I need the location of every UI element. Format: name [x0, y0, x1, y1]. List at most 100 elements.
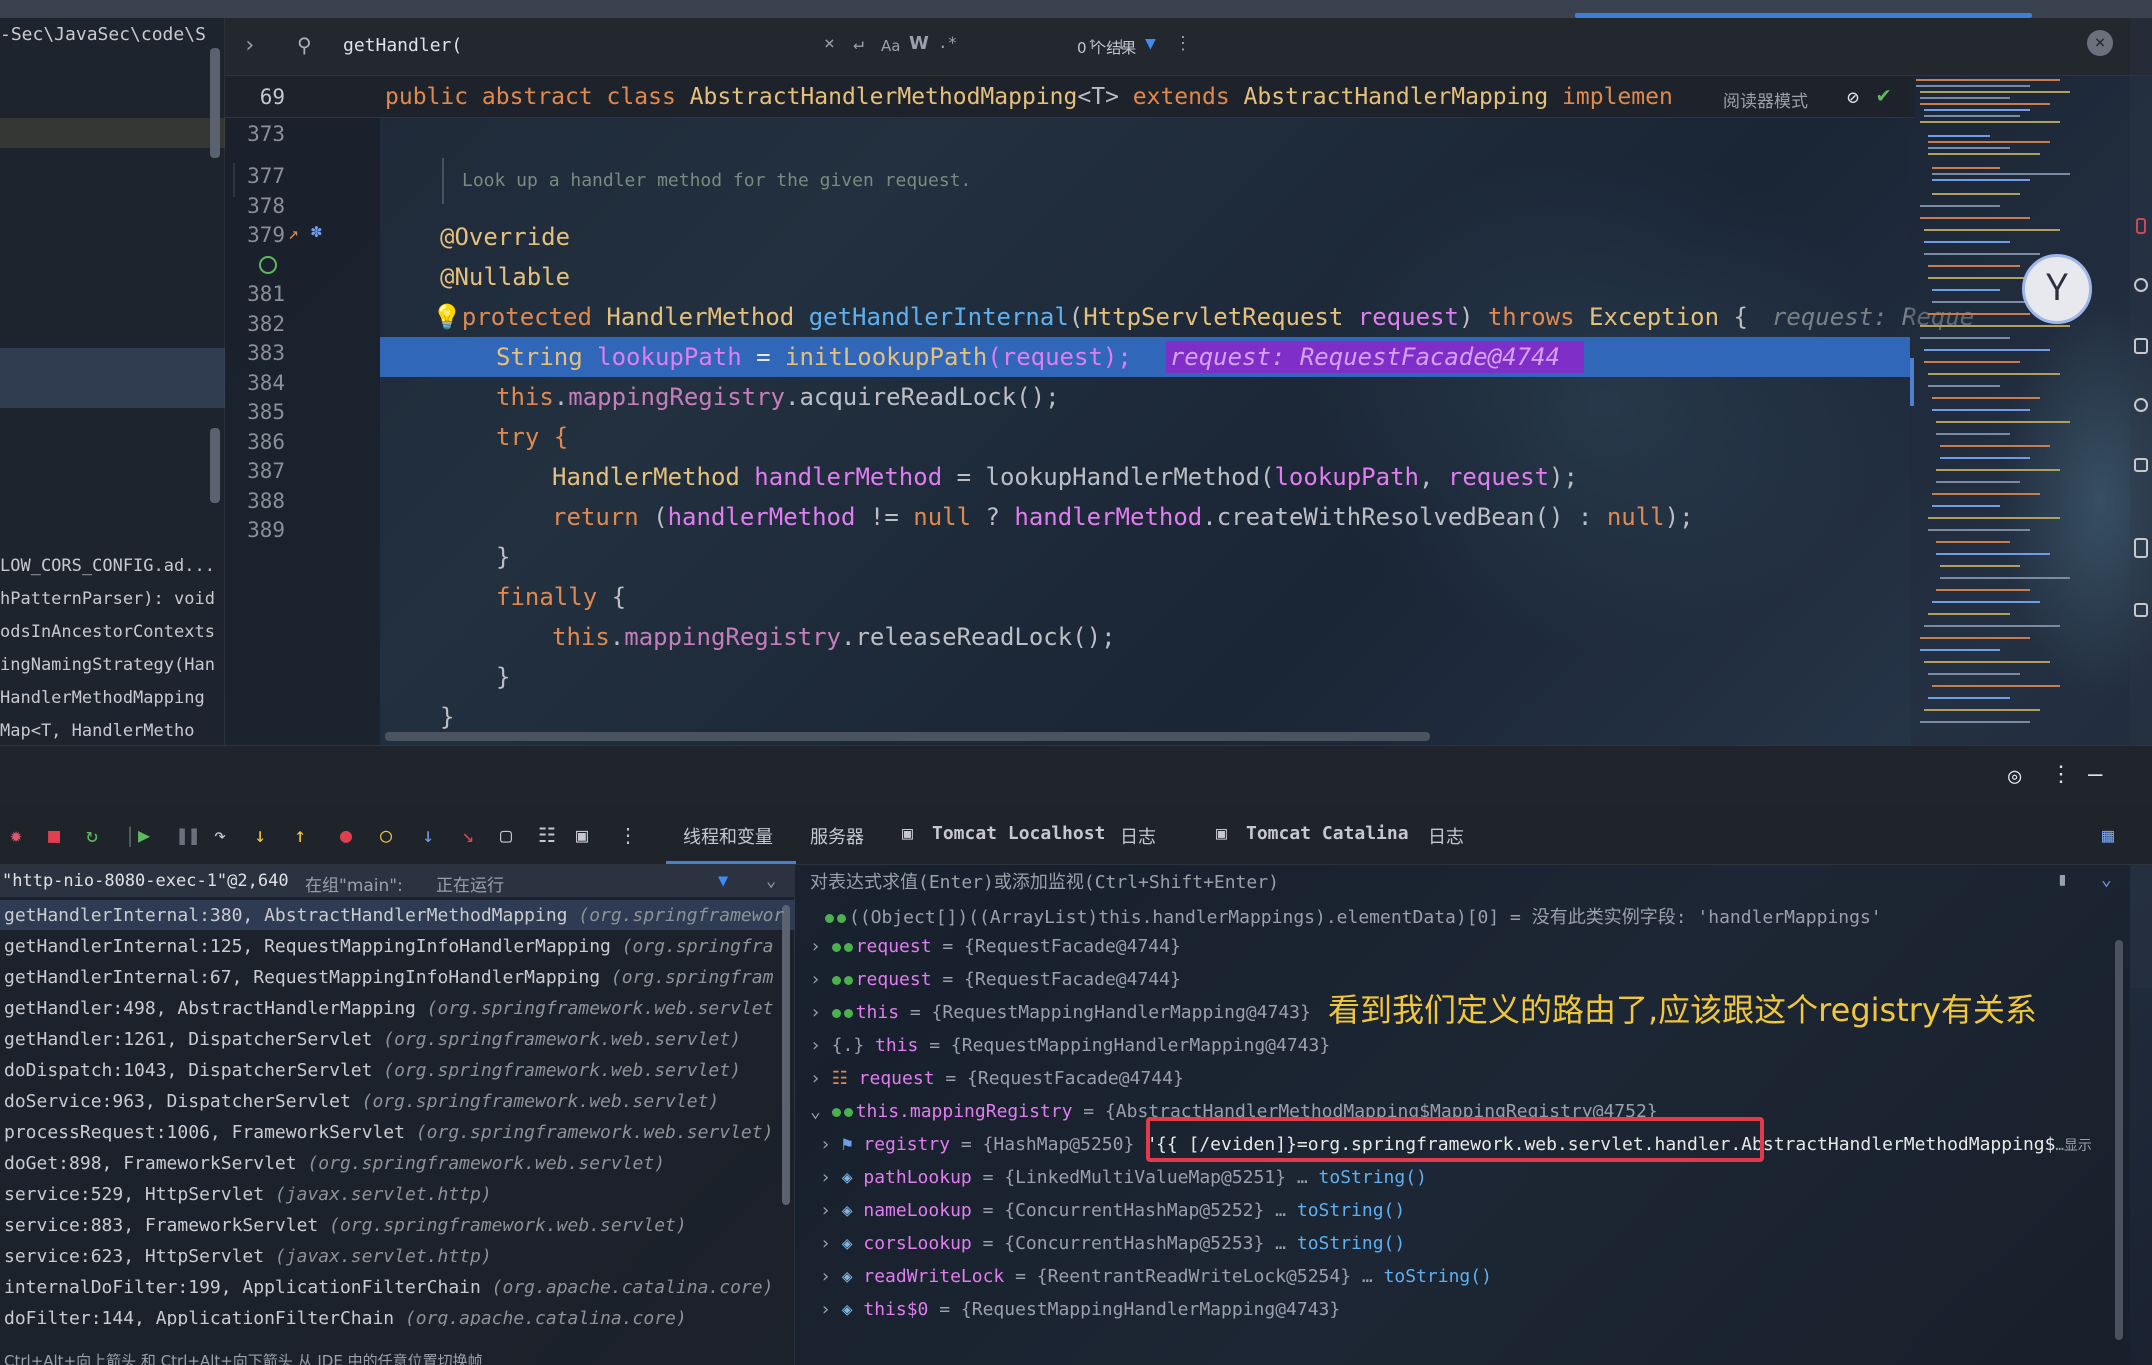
- tree-item[interactable]: HandlerMethodMapping: [0, 688, 222, 708]
- target-icon[interactable]: ◎: [2008, 764, 2021, 789]
- project-path[interactable]: -Sec\JavaSec\code\S: [0, 24, 212, 45]
- bookmark-icon[interactable]: [2134, 338, 2148, 354]
- match-case-toggle[interactable]: Aa: [881, 37, 900, 55]
- stack-frame[interactable]: doDispatch:1043, DispatcherServlet (org.…: [4, 1060, 784, 1081]
- debug-mark-icon[interactable]: ✽: [311, 221, 322, 242]
- tab-tomcat-catalina[interactable]: Tomcat Catalina: [1246, 823, 1409, 844]
- database-icon[interactable]: [2134, 278, 2148, 292]
- stack-frame[interactable]: doService:963, DispatcherServlet (org.sp…: [4, 1091, 784, 1112]
- arrow-up-icon[interactable]: ↑: [1087, 33, 1098, 54]
- var-row[interactable]: › request = {RequestFacade@4744}: [810, 969, 1181, 990]
- stop-icon[interactable]: ■: [48, 823, 60, 847]
- tostring-link[interactable]: toString(): [1297, 1200, 1405, 1221]
- var-row[interactable]: › ◈ pathLookup = {LinkedMultiValueMap@52…: [820, 1167, 1427, 1188]
- tree-item[interactable]: hPatternParser): void: [0, 589, 222, 609]
- reader-mode-button[interactable]: 阅读器模式: [1723, 87, 1808, 112]
- code-editor[interactable]: @Override @Nullable 💡protected HandlerMe…: [380, 118, 1974, 745]
- step-over-icon[interactable]: ↷: [214, 823, 226, 847]
- mute-breakpoints-icon[interactable]: ○: [380, 823, 392, 847]
- tostring-link[interactable]: toString(): [1319, 1167, 1427, 1188]
- layout-icon[interactable]: ▦: [2102, 823, 2114, 847]
- stack-frame[interactable]: getHandlerInternal:380, AbstractHandlerM…: [4, 905, 784, 926]
- stack-frame[interactable]: doFilter:144, ApplicationFilterChain (or…: [4, 1308, 784, 1326]
- var-row[interactable]: › this = {RequestMappingHandlerMapping@4…: [810, 1002, 1311, 1023]
- var-row[interactable]: › ◈ nameLookup = {ConcurrentHashMap@5252…: [820, 1200, 1405, 1221]
- horizontal-scrollbar[interactable]: [385, 732, 1430, 741]
- stack-frame[interactable]: service:623, HttpServlet (javax.servlet.…: [4, 1246, 784, 1267]
- var-row[interactable]: › ☷ request = {RequestFacade@4744}: [810, 1068, 1184, 1089]
- tostring-link[interactable]: toString(): [1384, 1266, 1492, 1287]
- step-into-icon[interactable]: ↓: [254, 823, 266, 847]
- tab-tomcat-localhost[interactable]: Tomcat Localhost: [932, 823, 1105, 844]
- stack-frame[interactable]: getHandler:498, AbstractHandlerMapping (…: [4, 998, 784, 1019]
- more-icon[interactable]: ⋮: [1174, 33, 1192, 54]
- var-row[interactable]: › request = {RequestFacade@4744}: [810, 936, 1181, 957]
- run-to-cursor-icon[interactable]: ↘: [462, 823, 474, 847]
- override-icon[interactable]: ↗: [288, 223, 299, 244]
- tab-log-label[interactable]: 日志: [1428, 823, 1464, 849]
- scrollbar[interactable]: [210, 48, 220, 158]
- step-out-icon[interactable]: ↑: [294, 823, 306, 847]
- clear-icon[interactable]: ×: [824, 33, 835, 54]
- rerun-icon[interactable]: ↻: [86, 823, 98, 847]
- stack-frame[interactable]: internalDoFilter:199, ApplicationFilterC…: [4, 1277, 784, 1298]
- var-row[interactable]: › ◈ readWriteLock = {ReentrantReadWriteL…: [820, 1266, 1492, 1287]
- chevron-down-icon[interactable]: ⌄: [2101, 869, 2112, 890]
- services-icon[interactable]: [2134, 398, 2148, 412]
- filter-icon[interactable]: ▼: [1145, 33, 1156, 54]
- minimize-icon[interactable]: —: [2088, 760, 2102, 788]
- settings-icon[interactable]: ☷: [538, 823, 556, 847]
- tab-threads-variables[interactable]: 线程和变量: [683, 823, 773, 849]
- tree-item[interactable]: odsInAncestorContexts: [0, 622, 222, 642]
- search-icon[interactable]: ⚲: [297, 33, 312, 57]
- console-icon[interactable]: ▣: [576, 823, 588, 847]
- stack-frame[interactable]: service:529, HttpServlet (javax.servlet.…: [4, 1184, 784, 1205]
- tree-item[interactable]: LOW_CORS_CONFIG.ad...: [0, 556, 222, 576]
- scrollbar[interactable]: [2115, 940, 2123, 1340]
- gradle-icon[interactable]: [2134, 538, 2148, 558]
- var-row[interactable]: › ◈ this$0 = {RequestMappingHandlerMappi…: [820, 1299, 1340, 1320]
- var-row[interactable]: › ◈ corsLookup = {ConcurrentHashMap@5253…: [820, 1233, 1405, 1254]
- minimap[interactable]: Ｙ: [1896, 76, 2130, 745]
- stack-frame[interactable]: service:883, FrameworkServlet (org.sprin…: [4, 1215, 784, 1236]
- tree-item[interactable]: ingNamingStrategy(Han: [0, 655, 222, 675]
- maven-icon[interactable]: [2134, 458, 2148, 472]
- notification-icon[interactable]: [2136, 218, 2146, 234]
- bookmark-icon[interactable]: ▮: [2057, 869, 2068, 890]
- breakpoint-icon[interactable]: [259, 256, 277, 274]
- var-row[interactable]: › {.} this = {RequestMappingHandlerMappi…: [810, 1035, 1330, 1056]
- resume-icon[interactable]: ▶: [138, 823, 150, 847]
- tab-log-label[interactable]: 日志: [1120, 823, 1156, 849]
- whole-word-toggle[interactable]: W: [909, 33, 929, 54]
- watch-row[interactable]: ((Object[])((ArrayList)this.handlerMappi…: [825, 903, 1882, 929]
- enter-icon[interactable]: ↵: [853, 33, 864, 54]
- stack-frame[interactable]: doGet:898, FrameworkServlet (org.springf…: [4, 1153, 784, 1174]
- hide-icon[interactable]: ⊘: [1847, 85, 1859, 109]
- check-icon[interactable]: ✔: [1877, 83, 1890, 108]
- search-input[interactable]: getHandler(: [343, 35, 462, 56]
- stack-frame[interactable]: getHandlerInternal:125, RequestMappingIn…: [4, 936, 784, 957]
- show-more-link[interactable]: …显示: [2055, 1138, 2091, 1154]
- filter-icon[interactable]: ▼: [718, 871, 728, 891]
- thread-selector[interactable]: "http-nio-8080-exec-1"@2,640 在组"main": 正…: [0, 865, 795, 897]
- pause-icon[interactable]: ❚❚: [176, 823, 200, 847]
- stack-frame[interactable]: getHandler:1261, DispatcherServlet (org.…: [4, 1029, 784, 1050]
- stack-frame[interactable]: processRequest:1006, FrameworkServlet (o…: [4, 1122, 784, 1143]
- scrollbar[interactable]: [210, 428, 220, 503]
- more-icon[interactable]: ⋮: [2050, 762, 2072, 787]
- frames-icon[interactable]: ▢: [500, 823, 512, 847]
- force-step-into-icon[interactable]: ↓: [422, 823, 434, 847]
- close-icon[interactable]: ×: [2087, 30, 2113, 56]
- chevron-down-icon[interactable]: ⌄: [766, 871, 776, 891]
- tab-server[interactable]: 服务器: [810, 823, 864, 849]
- debug-bug-icon[interactable]: ✹: [10, 823, 22, 847]
- tostring-link[interactable]: toString(): [1297, 1233, 1405, 1254]
- breakpoints-icon[interactable]: ●: [340, 823, 352, 847]
- arrow-down-icon[interactable]: ↓: [1116, 33, 1127, 54]
- evaluate-expression-input[interactable]: 对表达式求值(Enter)或添加监视(Ctrl+Shift+Enter): [810, 868, 1279, 894]
- more-icon[interactable]: ⋮: [618, 823, 638, 847]
- structure-icon[interactable]: [2134, 603, 2148, 617]
- ai-assistant-icon[interactable]: Ｙ: [2022, 254, 2092, 324]
- chevron-right-icon[interactable]: ›: [243, 33, 256, 58]
- stack-frame[interactable]: getHandlerInternal:67, RequestMappingInf…: [4, 967, 784, 988]
